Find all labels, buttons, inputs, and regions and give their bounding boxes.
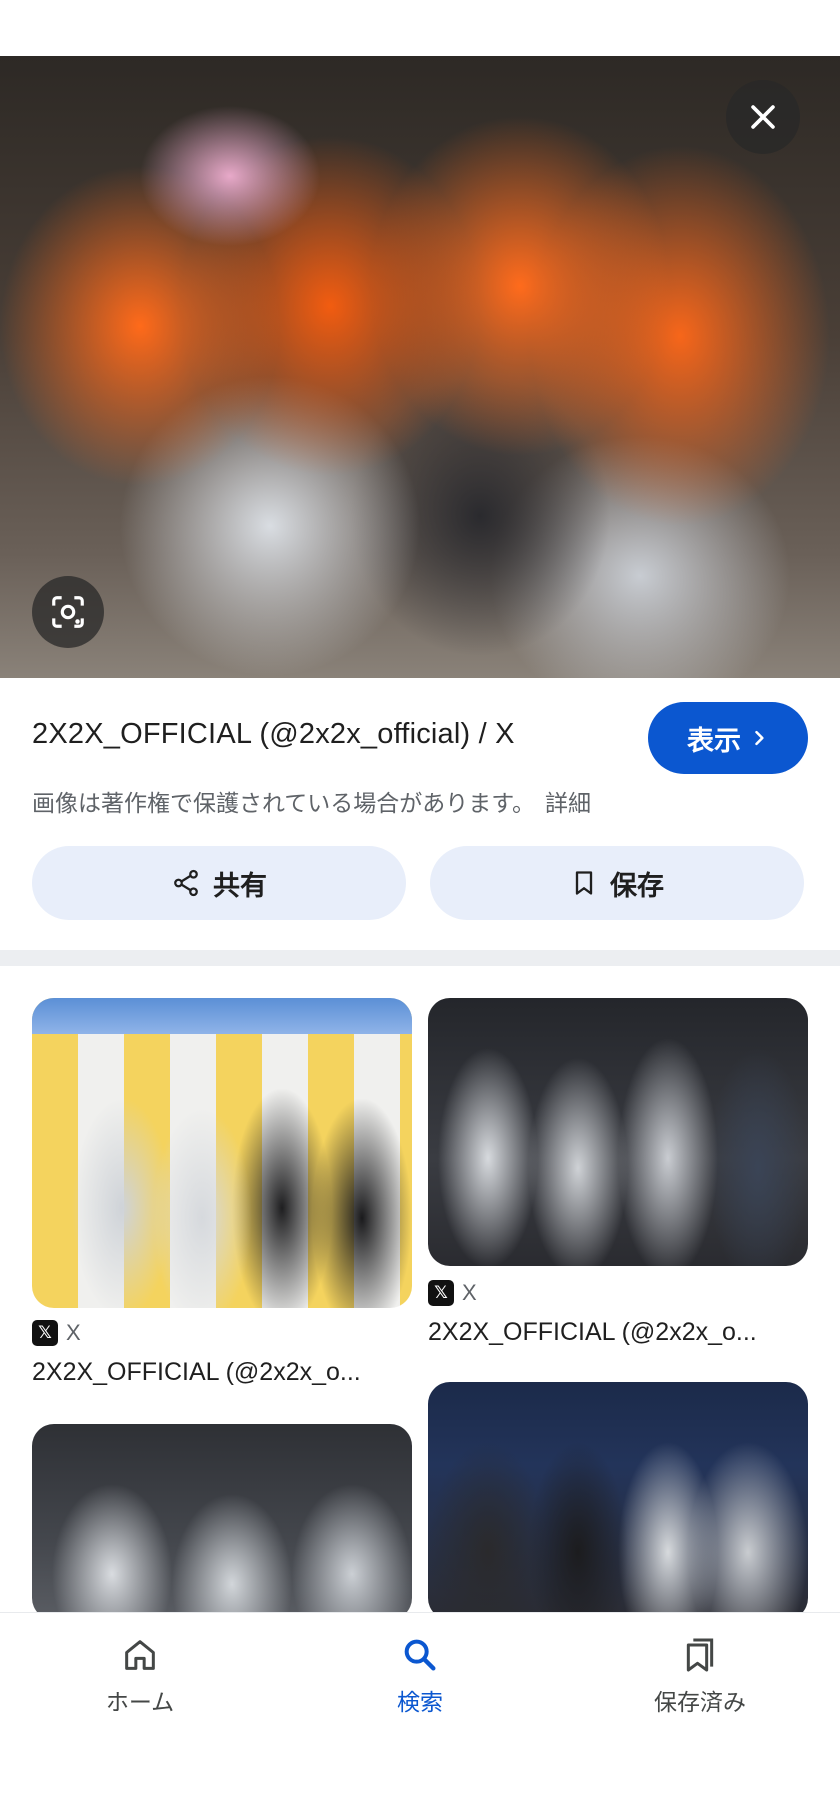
save-label: 保存	[610, 870, 664, 901]
bookmark-icon	[575, 871, 593, 895]
visit-button[interactable]: 表示	[648, 702, 808, 774]
gesture-area	[0, 1744, 840, 1820]
nav-home-label: ホーム	[105, 1689, 175, 1715]
share-button[interactable]: 共有	[32, 846, 406, 920]
save-button[interactable]: 保存	[430, 846, 804, 920]
related-image-2[interactable]	[428, 998, 808, 1266]
saved-collections-icon	[686, 1638, 714, 1672]
copyright-text: 画像は著作権で保護されている場合があります。	[32, 790, 536, 816]
image-info-panel: 2X2X_OFFICIAL (@2x2x_official) / X 表示 画像…	[0, 678, 840, 952]
home-icon	[125, 1640, 155, 1670]
x-logo-icon: 𝕏	[32, 1320, 58, 1346]
visit-label: 表示	[687, 725, 741, 756]
main-image[interactable]	[0, 56, 840, 678]
related-image-4[interactable]	[428, 1382, 808, 1620]
related-source-1: 𝕏 X	[32, 1320, 81, 1346]
chevron-right-icon	[755, 730, 764, 746]
search-icon	[404, 1639, 436, 1671]
related-image-3[interactable]	[32, 1424, 412, 1620]
related-caption-1[interactable]: 2X2X_OFFICIAL (@2x2x_o...	[32, 1358, 412, 1387]
result-title[interactable]: 2X2X_OFFICIAL (@2x2x_official) / X	[32, 718, 515, 751]
share-label: 共有	[213, 870, 267, 901]
bottom-navigation: ホーム 検索 保存済み	[0, 1612, 840, 1744]
share-icon	[174, 869, 198, 897]
status-bar	[0, 0, 840, 56]
close-button[interactable]	[726, 80, 800, 154]
nav-saved-label: 保存済み	[654, 1689, 746, 1715]
nav-search[interactable]: 検索	[320, 1635, 520, 1717]
related-image-1[interactable]	[32, 998, 412, 1308]
lens-search-button[interactable]	[32, 576, 104, 648]
nav-home[interactable]: ホーム	[40, 1635, 240, 1717]
related-caption-2[interactable]: 2X2X_OFFICIAL (@2x2x_o...	[428, 1318, 808, 1347]
copyright-notice: 画像は著作権で保護されている場合があります。 詳細	[32, 784, 591, 818]
details-link[interactable]: 詳細	[545, 790, 591, 816]
section-divider	[0, 950, 840, 966]
google-lens-icon	[52, 596, 84, 628]
x-logo-icon: 𝕏	[428, 1280, 454, 1306]
nav-search-label: 検索	[397, 1689, 443, 1715]
source-label: X	[462, 1280, 477, 1305]
source-label: X	[66, 1320, 81, 1345]
related-source-2: 𝕏 X	[428, 1280, 477, 1306]
close-icon	[751, 105, 775, 129]
nav-saved[interactable]: 保存済み	[600, 1635, 800, 1717]
